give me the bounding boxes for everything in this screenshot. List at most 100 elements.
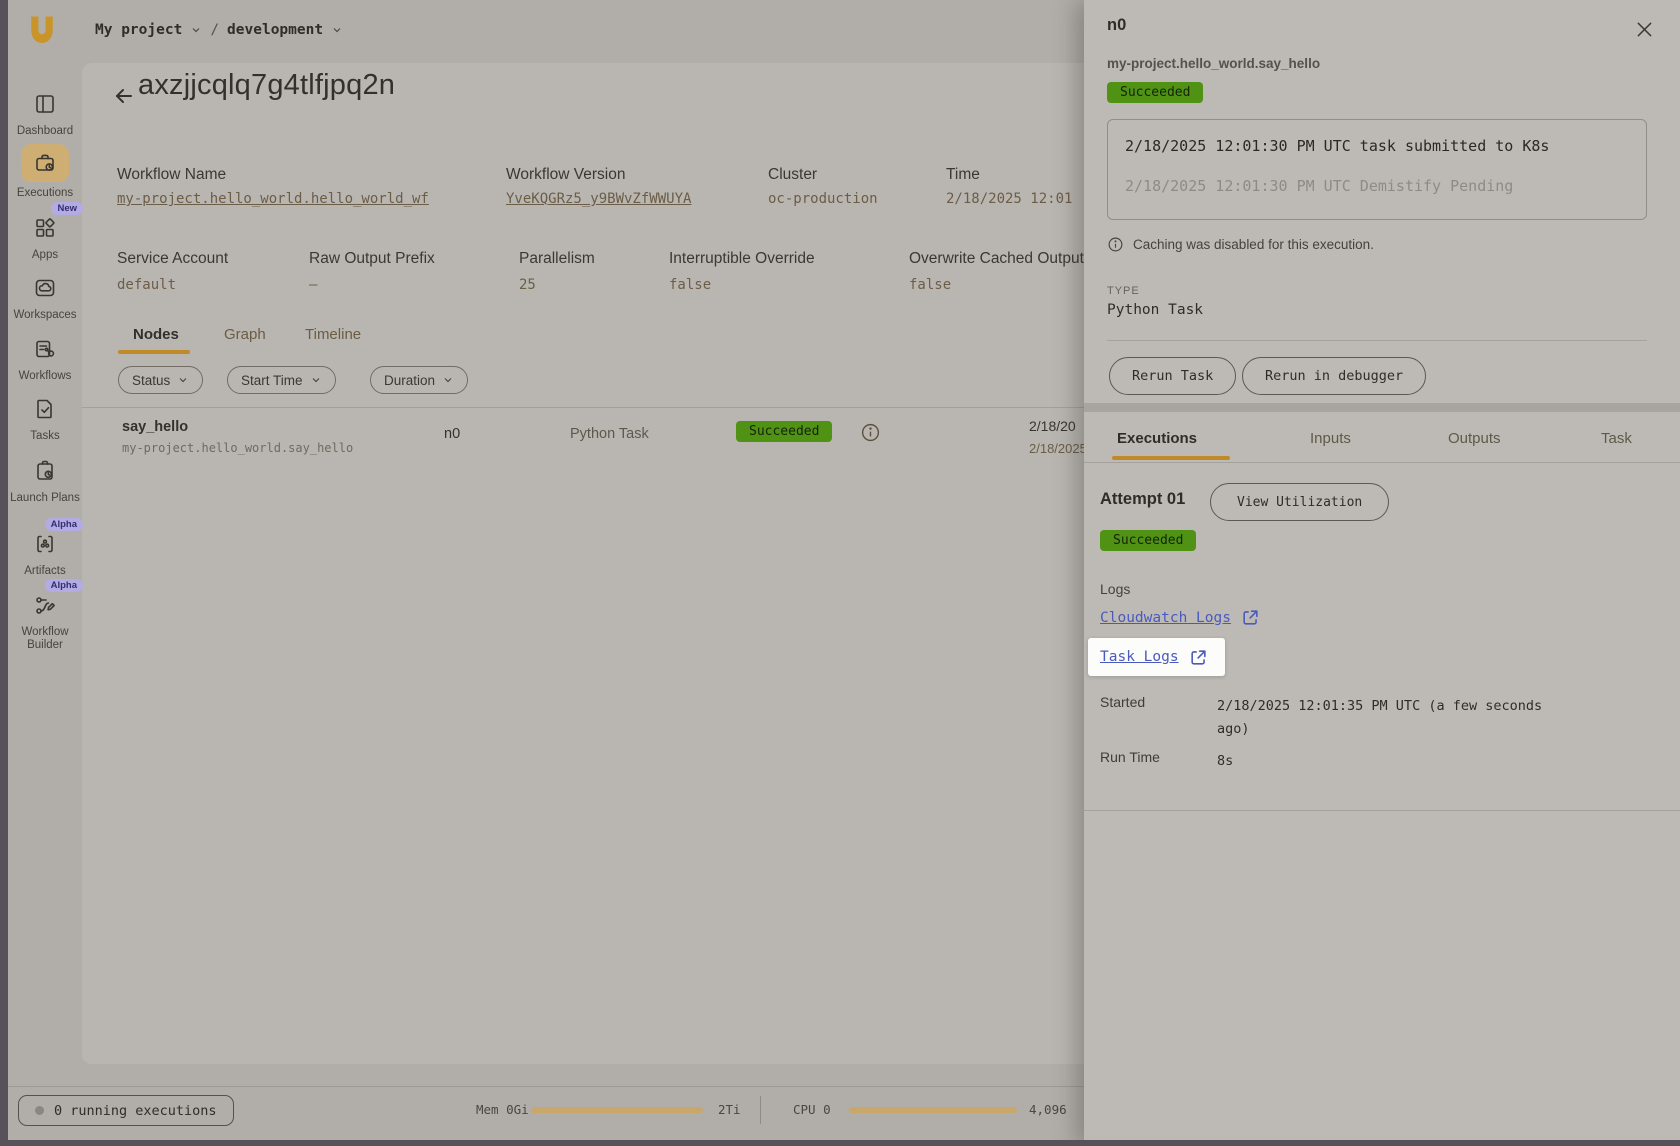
panel-tab-executions[interactable]: Executions xyxy=(1117,430,1197,447)
filter-start-time[interactable]: Start Time xyxy=(227,366,336,394)
window-edge-left xyxy=(0,0,8,1146)
alpha-badge: Alpha xyxy=(45,579,83,592)
view-utilization-button[interactable]: View Utilization xyxy=(1210,483,1389,521)
divider xyxy=(1084,462,1680,463)
sidebar: Dashboard Executions New Apps Workspaces… xyxy=(8,0,82,1146)
panel-task-path: my-project.hello_world.say_hello xyxy=(1107,56,1320,71)
section-divider-band xyxy=(1084,403,1680,412)
mem-meter-bar xyxy=(531,1107,703,1113)
execution-id-title: axzjjcqlq7g4tlfjpq2n xyxy=(138,69,395,102)
chevron-down-icon xyxy=(310,374,322,386)
external-link-icon xyxy=(1189,648,1208,667)
sidebar-item-launch-plans[interactable]: Launch Plans xyxy=(8,455,82,505)
detail-label: Workflow Name xyxy=(117,166,226,184)
task-logs-link[interactable]: Task Logs xyxy=(1100,648,1208,667)
attempt-title: Attempt 01 xyxy=(1100,490,1185,509)
status-badge: Succeeded xyxy=(1107,82,1203,103)
back-arrow-icon[interactable] xyxy=(112,84,136,108)
node-id: n0 xyxy=(444,426,460,442)
workflow-builder-icon xyxy=(33,593,57,617)
sidebar-item-dashboard[interactable]: Dashboard xyxy=(8,88,82,138)
detail-label: Raw Output Prefix xyxy=(309,250,435,268)
mem-meter-label: Mem 0Gi xyxy=(476,1102,529,1117)
chevron-down-icon xyxy=(177,374,189,386)
status-badge: Succeeded xyxy=(736,421,832,442)
type-value: Python Task xyxy=(1107,302,1203,318)
node-task-path: my-project.hello_world.say_hello xyxy=(122,441,353,455)
sidebar-item-tasks[interactable]: Tasks xyxy=(8,393,82,443)
node-name[interactable]: say_hello xyxy=(122,419,188,435)
new-badge: New xyxy=(51,202,83,215)
filter-status[interactable]: Status xyxy=(118,366,203,394)
detail-label: Workflow Version xyxy=(506,166,625,184)
domain-selector[interactable]: development xyxy=(227,22,323,38)
service-account-value: default xyxy=(117,277,176,293)
dashboard-icon xyxy=(33,92,57,116)
sidebar-item-workspaces[interactable]: Workspaces xyxy=(8,272,82,322)
info-icon[interactable] xyxy=(860,422,881,443)
panel-tab-inputs[interactable]: Inputs xyxy=(1310,430,1351,447)
union-logo[interactable] xyxy=(24,12,60,48)
detail-label: Cluster xyxy=(768,166,817,184)
project-selector[interactable]: My project xyxy=(95,22,182,38)
node-detail-panel: n0 my-project.hello_world.say_hello Succ… xyxy=(1084,0,1680,1146)
launch-plans-icon xyxy=(33,459,57,483)
rerun-task-button[interactable]: Rerun Task xyxy=(1109,357,1236,395)
detail-label: Interruptible Override xyxy=(669,250,815,268)
sidebar-item-executions[interactable]: Executions xyxy=(8,144,82,200)
detail-label: Parallelism xyxy=(519,250,595,268)
task-logs-highlight: Task Logs xyxy=(1088,638,1225,676)
running-executions-pill[interactable]: 0 running executions xyxy=(18,1095,234,1126)
workflow-name-link[interactable]: my-project.hello_world.hello_world_wf xyxy=(117,191,429,207)
event-log-box: 2/18/2025 12:01:30 PM UTC task submitted… xyxy=(1107,119,1647,220)
detail-label: Time xyxy=(946,166,980,184)
cpu-meter-label: CPU 0 xyxy=(793,1102,831,1117)
raw-output-prefix-value: – xyxy=(309,277,317,293)
filter-duration[interactable]: Duration xyxy=(370,366,468,394)
cluster-value: oc-production xyxy=(768,191,878,207)
sidebar-item-workflow-builder[interactable]: Alpha Workflow Builder xyxy=(8,589,82,652)
tab-graph[interactable]: Graph xyxy=(224,326,266,343)
run-time-value: 8s xyxy=(1217,750,1547,773)
sidebar-item-artifacts[interactable]: Alpha Artifacts xyxy=(8,528,82,578)
chevron-down-icon[interactable] xyxy=(331,24,343,36)
log-line-muted: 2/18/2025 12:01:30 PM UTC Demistify Pend… xyxy=(1125,177,1629,195)
node-start-date-sub: 2/18/2025 xyxy=(1029,441,1087,456)
workflow-version-link[interactable]: YveKQGRz5_y9BWvZfWWUYA xyxy=(506,191,691,207)
tab-nodes[interactable]: Nodes xyxy=(133,326,179,343)
panel-tab-task[interactable]: Task xyxy=(1601,430,1632,447)
panel-node-title: n0 xyxy=(1107,16,1126,35)
panel-tab-outputs[interactable]: Outputs xyxy=(1448,430,1501,447)
rerun-debugger-button[interactable]: Rerun in debugger xyxy=(1242,357,1426,395)
divider xyxy=(1084,810,1680,811)
chevron-down-icon[interactable] xyxy=(190,24,202,36)
detail-label: Overwrite Cached Outputs xyxy=(909,250,1092,268)
started-label: Started xyxy=(1100,694,1145,710)
overwrite-cached-value: false xyxy=(909,277,951,293)
breadcrumb: My project / development xyxy=(95,22,343,38)
divider xyxy=(1107,340,1647,341)
workspaces-icon xyxy=(33,276,57,300)
started-value: 2/18/2025 12:01:35 PM UTC (a few seconds… xyxy=(1217,695,1547,741)
close-icon[interactable] xyxy=(1634,19,1655,40)
caching-note: Caching was disabled for this execution. xyxy=(1107,236,1374,253)
meter-separator xyxy=(760,1096,761,1124)
tasks-icon xyxy=(33,397,57,421)
apps-icon xyxy=(33,216,57,240)
run-time-label: Run Time xyxy=(1100,749,1160,765)
node-start-date: 2/18/20 xyxy=(1029,418,1076,434)
log-line: 2/18/2025 12:01:30 PM UTC task submitted… xyxy=(1125,137,1629,155)
logs-heading: Logs xyxy=(1100,581,1130,597)
cpu-meter-bar xyxy=(849,1107,1017,1113)
breadcrumb-separator: / xyxy=(210,22,219,38)
status-badge: Succeeded xyxy=(1100,530,1196,551)
active-tab-indicator xyxy=(118,350,190,354)
tab-timeline[interactable]: Timeline xyxy=(305,326,361,343)
node-type: Python Task xyxy=(570,426,649,442)
sidebar-item-workflows[interactable]: Workflows xyxy=(8,333,82,383)
cloudwatch-logs-link[interactable]: Cloudwatch Logs xyxy=(1100,608,1260,627)
sidebar-item-apps[interactable]: New Apps xyxy=(8,212,82,262)
mem-meter-max: 2Ti xyxy=(718,1102,741,1117)
info-icon xyxy=(1107,236,1124,253)
artifacts-icon xyxy=(33,532,57,556)
